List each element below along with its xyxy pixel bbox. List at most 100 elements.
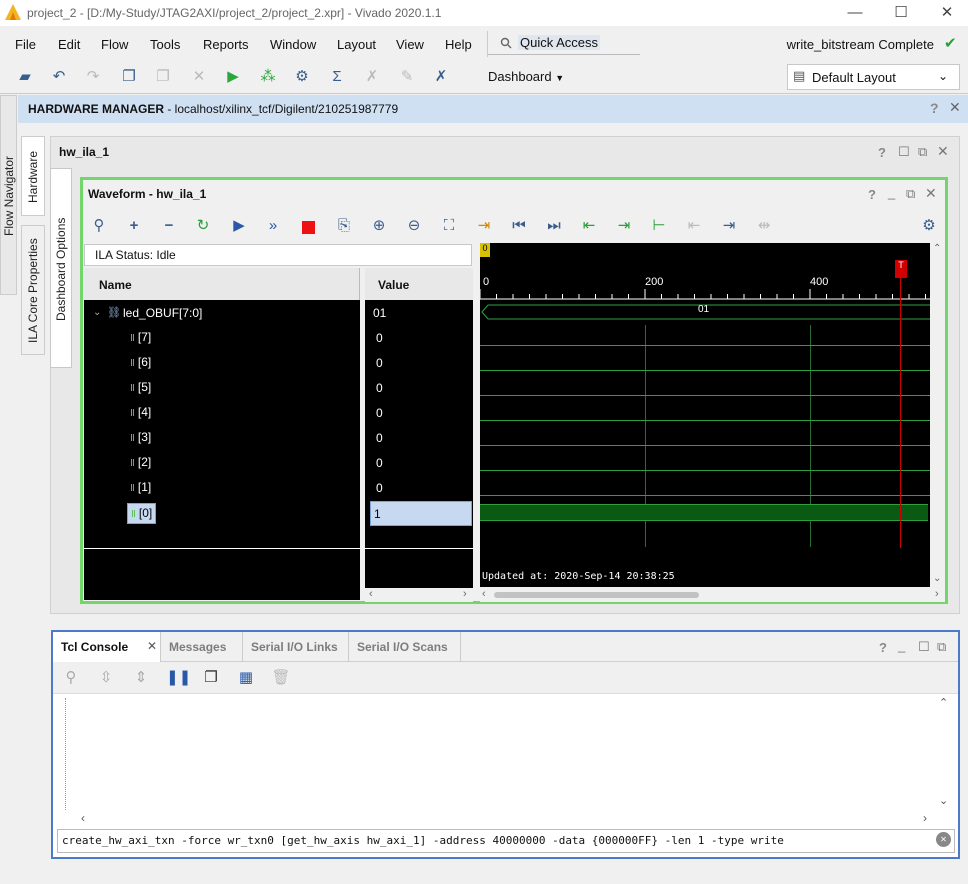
scroll-left-icon[interactable]: ‹ <box>482 588 486 600</box>
scroll-down-icon[interactable]: ⌄ <box>939 794 948 807</box>
value-column-header[interactable]: Value <box>365 268 473 300</box>
close-button[interactable]: ✕ <box>924 2 968 24</box>
expand-all-icon[interactable]: ⇕ <box>131 668 151 688</box>
help-icon[interactable]: ? <box>930 100 939 116</box>
run-trigger-icon[interactable]: ▶ <box>229 216 249 236</box>
waveform-vscroll[interactable]: ⌃ ⌄ <box>930 243 945 587</box>
clear-icon[interactable]: ✕ <box>936 832 951 847</box>
close-icon[interactable]: ✕ <box>925 185 937 202</box>
prev-transition-icon[interactable]: ⇤ <box>579 216 599 236</box>
copy-icon[interactable]: ❐ <box>201 668 221 688</box>
copy-icon[interactable]: ❐ <box>119 67 139 87</box>
menu-help[interactable]: Help <box>445 37 472 52</box>
help-icon[interactable]: ? <box>879 640 887 655</box>
flow-navigator-tab[interactable]: Flow Navigator <box>0 95 17 295</box>
scroll-right-icon[interactable]: › <box>923 811 927 825</box>
minimize-button[interactable]: — <box>832 2 878 24</box>
paste-icon[interactable]: ❐ <box>153 67 173 87</box>
zoom-in-icon[interactable]: ⊕ <box>369 216 389 236</box>
minimize-icon[interactable]: _ <box>888 185 895 200</box>
settings-gear-icon[interactable]: ⚙ <box>292 67 312 87</box>
signal-row[interactable]: Ⅱ [0] <box>84 501 360 526</box>
open-folder-icon[interactable]: ▰ <box>15 67 35 87</box>
zoom-fit-icon[interactable]: ⛶ <box>439 216 459 236</box>
stop-icon[interactable] <box>302 221 315 234</box>
go-to-end-icon[interactable]: ⏭ <box>544 216 564 236</box>
edit-icon[interactable]: ✎ <box>397 67 417 87</box>
swap-cursors-icon[interactable]: ⇹ <box>754 216 774 236</box>
signal-row[interactable]: Ⅱ [5] <box>84 376 360 401</box>
debug-icon[interactable]: ✗ <box>362 67 382 87</box>
cancel-debug-icon[interactable]: ✗ <box>431 67 451 87</box>
value-scroll[interactable]: ‹ › <box>365 588 473 602</box>
console-output[interactable] <box>53 694 958 812</box>
menu-file[interactable]: File <box>15 37 36 52</box>
scroll-thumb[interactable] <box>494 592 699 598</box>
scroll-up-icon[interactable]: ⌃ <box>933 243 941 254</box>
auto-retrigger-icon[interactable]: ↻ <box>193 216 213 236</box>
ila-core-properties-tab[interactable]: ILA Core Properties <box>21 225 45 355</box>
restore-icon[interactable]: ☐ <box>898 144 910 160</box>
signal-row[interactable]: Ⅱ [7] <box>84 326 360 351</box>
zoom-out-icon[interactable]: ⊖ <box>404 216 424 236</box>
scroll-left-icon[interactable]: ‹ <box>81 811 85 825</box>
tab-messages[interactable]: Messages <box>161 632 243 662</box>
dashboard-dropdown[interactable]: Dashboard ▼ <box>488 69 564 84</box>
collapse-chevron-icon[interactable]: ⌄ <box>93 307 101 318</box>
table-icon[interactable]: ▦ <box>236 668 256 688</box>
bitstream-icon[interactable]: ⁂ <box>258 67 278 87</box>
waveform-hscroll[interactable]: ‹ › <box>480 588 945 602</box>
export-icon[interactable]: ⎘ <box>334 216 354 236</box>
delete-icon[interactable]: 🗑 <box>271 668 291 688</box>
menu-reports[interactable]: Reports <box>203 37 249 52</box>
menu-layout[interactable]: Layout <box>337 37 376 52</box>
scroll-right-icon[interactable]: › <box>935 588 939 600</box>
scroll-left-icon[interactable]: ‹ <box>369 588 373 600</box>
next-transition-icon[interactable]: ⇥ <box>614 216 634 236</box>
origin-marker[interactable]: 0 <box>480 243 490 257</box>
menu-flow[interactable]: Flow <box>101 37 128 52</box>
pause-icon[interactable]: ❚❚ <box>166 668 191 688</box>
close-icon[interactable]: ✕ <box>949 99 961 116</box>
float-icon[interactable]: ⧉ <box>918 144 927 160</box>
menu-window[interactable]: Window <box>270 37 316 52</box>
trigger-marker[interactable]: T <box>895 260 907 278</box>
run-icon[interactable]: ▶ <box>223 67 243 87</box>
remove-icon[interactable]: − <box>159 216 179 236</box>
quick-access-search[interactable]: Quick Access <box>488 33 640 55</box>
maximize-icon[interactable]: ☐ <box>918 639 930 655</box>
layout-select[interactable]: ▤ Default Layout ⌄ <box>787 64 960 90</box>
signal-row[interactable]: Ⅱ [2] <box>84 451 360 476</box>
scroll-right-icon[interactable]: › <box>463 588 467 600</box>
search-icon[interactable]: ⚲ <box>61 668 81 688</box>
close-icon[interactable]: ✕ <box>937 143 949 160</box>
redo-icon[interactable]: ↷ <box>83 67 103 87</box>
search-icon[interactable]: ⚲ <box>89 216 109 236</box>
close-icon[interactable]: ✕ <box>147 639 157 653</box>
dashboard-options-tab[interactable]: Dashboard Options <box>50 168 72 368</box>
scroll-up-icon[interactable]: ⌃ <box>939 696 948 709</box>
signal-row[interactable]: Ⅱ [4] <box>84 401 360 426</box>
hardware-tab[interactable]: Hardware <box>21 136 45 216</box>
waveform-area[interactable]: 0 0 200 400 01 T Updated at: 2020-Sep-14… <box>480 243 930 587</box>
tab-serial-io-scans[interactable]: Serial I/O Scans <box>349 632 461 662</box>
console-hscroll[interactable]: ‹ › <box>81 811 935 826</box>
signal-row[interactable]: Ⅱ [3] <box>84 426 360 451</box>
tcl-command-input[interactable]: create_hw_axi_txn -force wr_txn0 [get_hw… <box>57 829 955 853</box>
signal-row[interactable]: Ⅱ [1] <box>84 476 360 501</box>
help-icon[interactable]: ? <box>868 187 876 202</box>
delete-icon[interactable]: ✕ <box>189 67 209 87</box>
go-to-cursor-icon[interactable]: ⇥ <box>474 216 494 236</box>
bus-row[interactable]: ⌄ ⛓ led_OBUF[7:0] <box>84 301 360 326</box>
tab-tcl-console[interactable]: Tcl Console ✕ <box>53 632 161 662</box>
scroll-down-icon[interactable]: ⌄ <box>933 573 941 584</box>
float-icon[interactable]: ⧉ <box>906 186 915 202</box>
go-to-start-icon[interactable]: ⏮ <box>509 216 529 236</box>
tab-serial-io-links[interactable]: Serial I/O Links <box>243 632 349 662</box>
signal-row[interactable]: Ⅱ [6] <box>84 351 360 376</box>
minimize-icon[interactable]: _ <box>898 638 905 653</box>
undo-icon[interactable]: ↶ <box>49 67 69 87</box>
run-immediate-icon[interactable]: » <box>263 216 283 236</box>
prev-marker-icon[interactable]: ⇤ <box>684 216 704 236</box>
help-icon[interactable]: ? <box>878 145 886 160</box>
